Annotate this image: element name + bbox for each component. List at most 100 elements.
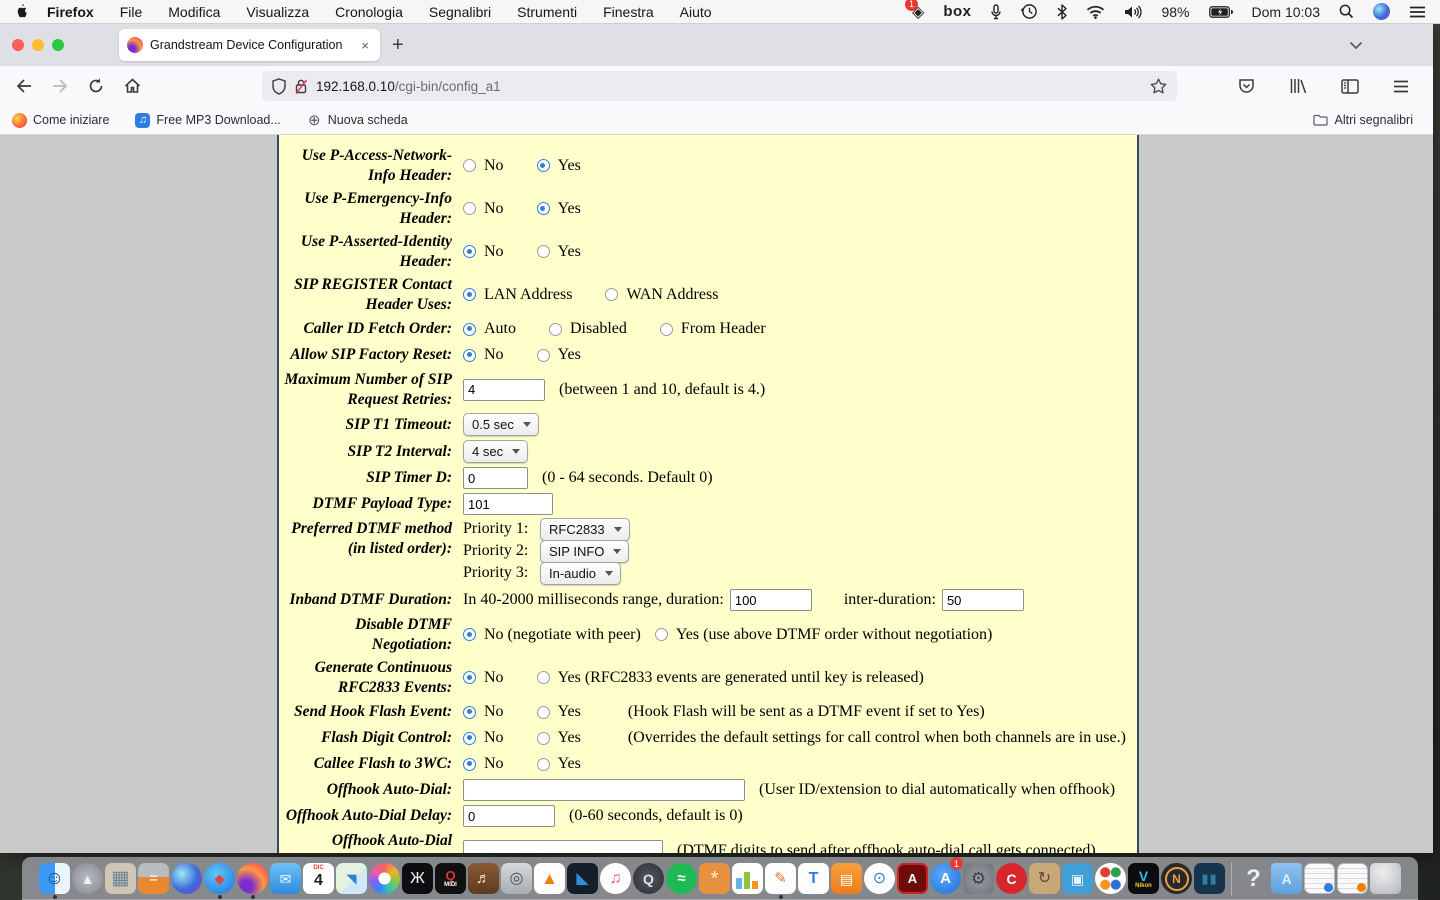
radio-caller-id-fetch-order-from[interactable]: [660, 323, 673, 336]
radio-flash-digit-control-yes[interactable]: [537, 732, 550, 745]
menu-item-firefox[interactable]: Firefox: [47, 4, 94, 20]
offhook-auto-dial-delay-input[interactable]: [463, 805, 555, 827]
minimize-window-button[interactable]: [32, 39, 44, 51]
back-button[interactable]: [10, 72, 38, 100]
dock-calculator-icon[interactable]: =: [137, 857, 170, 900]
tab-grandstream[interactable]: Grandstream Device Configuration ×: [119, 29, 380, 61]
dock-color-dots-icon[interactable]: [1094, 857, 1127, 900]
volume-icon[interactable]: [1124, 5, 1142, 19]
wifi-icon[interactable]: [1086, 5, 1105, 19]
hamburger-menu-icon[interactable]: [1393, 80, 1409, 93]
radio-sip-register-contact-header-uses-wan[interactable]: [605, 288, 618, 301]
radio-sip-register-contact-header-uses-lan[interactable]: [463, 288, 476, 301]
radio-use-p-access-network-info-header-yes[interactable]: [537, 159, 550, 172]
dock-audio-figure-icon[interactable]: Ж: [401, 857, 434, 900]
dock-safari-icon[interactable]: ◆: [203, 857, 236, 900]
dock-siri-icon[interactable]: [170, 857, 203, 900]
radio-generate-continuous-rfc2833-events-no[interactable]: [463, 671, 476, 684]
other-bookmarks[interactable]: Altri segnalibri: [1313, 113, 1413, 127]
spotlight-icon[interactable]: [1339, 4, 1354, 19]
reload-button[interactable]: [82, 72, 110, 100]
shield-icon[interactable]: [272, 78, 286, 95]
radio-caller-id-fetch-order-auto[interactable]: [463, 323, 476, 336]
menu-item-file[interactable]: File: [120, 4, 143, 20]
home-button[interactable]: [118, 72, 146, 100]
dock-qmidi-icon[interactable]: QMIDI: [434, 857, 467, 900]
dock-photos-icon[interactable]: [368, 857, 401, 900]
dock-columns-app-icon[interactable]: ▮▮: [1193, 857, 1226, 900]
radio-generate-continuous-rfc2833-events-yes[interactable]: [537, 671, 550, 684]
dock-trash-icon[interactable]: [1369, 857, 1402, 900]
dock-maps-icon[interactable]: ◥: [335, 857, 368, 900]
bookmark-come-iniziare[interactable]: Come iniziare: [12, 113, 109, 128]
dock-appcleaner-icon[interactable]: ↻: [1028, 857, 1061, 900]
dock-media-dark-icon[interactable]: ◣: [566, 857, 599, 900]
dock-finder-icon[interactable]: ☺: [38, 857, 71, 900]
dock-itunes-icon[interactable]: ♫: [599, 857, 632, 900]
dock-nikon-viewnx-icon[interactable]: VNikon: [1127, 857, 1160, 900]
dock-spotify-icon[interactable]: ≈: [665, 857, 698, 900]
preferred-dtmf-method-2-select[interactable]: SIP INFO: [540, 540, 629, 563]
pocket-icon[interactable]: [1238, 78, 1255, 95]
preferred-dtmf-method-3-select[interactable]: In-audio: [540, 562, 621, 585]
menu-item-segnalibri[interactable]: Segnalibri: [429, 4, 491, 20]
radio-send-hook-flash-event-no[interactable]: [463, 706, 476, 719]
dock-photo-viewer-icon[interactable]: ▦: [104, 857, 137, 900]
dock-firefox-icon[interactable]: [236, 857, 269, 900]
close-window-button[interactable]: [12, 39, 24, 51]
forward-button[interactable]: [46, 72, 74, 100]
dock-minimized-window-2-icon[interactable]: [1336, 857, 1369, 900]
radio-use-p-access-network-info-header-no[interactable]: [463, 159, 476, 172]
offhook-auto-dial-dtmf-input[interactable]: [463, 840, 663, 854]
inband-dtmf-duration-inter-input[interactable]: [942, 589, 1024, 611]
radio-send-hook-flash-event-yes[interactable]: [537, 706, 550, 719]
radio-allow-sip-factory-reset-yes[interactable]: [537, 349, 550, 362]
sip-timer-d-input[interactable]: [463, 467, 528, 489]
inband-dtmf-duration-duration-input[interactable]: [730, 589, 812, 611]
dtmf-payload-type-input[interactable]: [463, 493, 553, 515]
bookmark-star-icon[interactable]: [1150, 78, 1167, 94]
dock-preview-icon[interactable]: ⊙: [863, 857, 896, 900]
dock-launchpad-icon[interactable]: ▲: [71, 857, 104, 900]
dock-minimized-window-1-icon[interactable]: [1303, 857, 1336, 900]
bookmark-nuova-scheda[interactable]: ⊕Nuova scheda: [307, 113, 408, 128]
tab-list-chevron-icon[interactable]: [1349, 41, 1363, 50]
microphone-icon[interactable]: [990, 4, 1002, 20]
dock-ccleaner-icon[interactable]: C: [995, 857, 1028, 900]
sip-t1-timeout-select[interactable]: 0.5 sec: [463, 413, 539, 436]
dropbox-icon[interactable]: ◈1: [912, 2, 924, 22]
radio-use-p-asserted-identity-header-yes[interactable]: [537, 245, 550, 258]
dock-garageband-icon[interactable]: ♬: [467, 857, 500, 900]
dock-appstore-icon[interactable]: A1: [929, 857, 962, 900]
battery-icon[interactable]: [1209, 6, 1233, 18]
siri-icon[interactable]: [1373, 3, 1390, 20]
dock-dvd-player-icon[interactable]: ◎: [500, 857, 533, 900]
dock-system-preferences-icon[interactable]: ⚙: [962, 857, 995, 900]
zoom-window-button[interactable]: [52, 39, 64, 51]
dock-pages-icon[interactable]: ✎: [764, 857, 797, 900]
radio-use-p-emergency-info-header-yes[interactable]: [537, 202, 550, 215]
radio-allow-sip-factory-reset-no[interactable]: [463, 349, 476, 362]
dock-ibooks-icon[interactable]: ▤: [830, 857, 863, 900]
dock-blue-utility-icon[interactable]: ▣: [1061, 857, 1094, 900]
sidebar-icon[interactable]: [1341, 79, 1359, 94]
radio-callee-flash-to-3wc-no[interactable]: [463, 758, 476, 771]
box-menu-item[interactable]: box: [943, 3, 971, 20]
menu-item-visualizza[interactable]: Visualizza: [246, 4, 309, 20]
dock-acrobat-icon[interactable]: A: [896, 857, 929, 900]
new-tab-button[interactable]: +: [392, 34, 404, 57]
radio-caller-id-fetch-order-disabled[interactable]: [549, 323, 562, 336]
bluetooth-icon[interactable]: [1057, 4, 1067, 20]
dock-applications-folder-icon[interactable]: A: [1270, 857, 1303, 900]
insecure-lock-icon[interactable]: [294, 78, 308, 95]
menu-clock[interactable]: Dom 10:03: [1252, 4, 1320, 20]
dock-missing-app-icon[interactable]: ?: [1237, 857, 1270, 900]
time-machine-icon[interactable]: [1021, 3, 1038, 20]
dock-calendar-icon[interactable]: DIC4: [302, 857, 335, 900]
offhook-auto-dial-input[interactable]: [463, 779, 745, 801]
radio-disable-dtmf-negotiation-yes[interactable]: [655, 628, 668, 641]
menu-item-aiuto[interactable]: Aiuto: [680, 4, 712, 20]
notification-center-icon[interactable]: [1409, 5, 1426, 19]
url-text[interactable]: 192.168.0.10/cgi-bin/config_a1: [316, 79, 1142, 94]
menu-item-finestra[interactable]: Finestra: [603, 4, 654, 20]
